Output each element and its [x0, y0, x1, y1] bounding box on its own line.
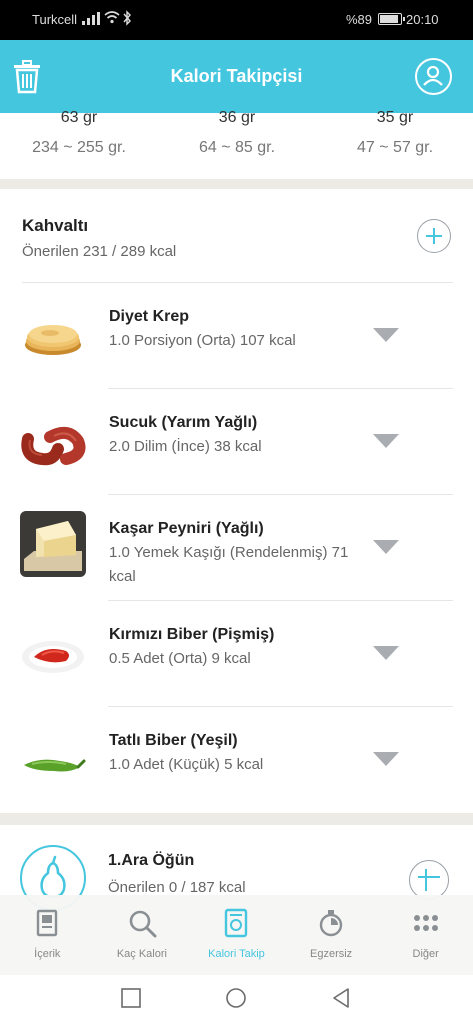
food-name: Sucuk (Yarım Yağlı) — [109, 414, 258, 431]
macro-summary: 63 gr 234 ~ 255 gr. 36 gr 64 ~ 85 gr. 35… — [0, 109, 473, 179]
food-detail: 1.0 Adet (Küçük) 5 kcal — [109, 756, 264, 773]
tab-label: Diğer — [412, 948, 439, 960]
food-detail: 0.5 Adet (Orta) 9 kcal — [109, 650, 251, 667]
back-button[interactable] — [330, 987, 352, 1009]
green-pepper-image — [24, 759, 86, 772]
macro-amount: 36 gr — [218, 109, 256, 126]
food-item[interactable]: Sucuk (Yarım Yağlı) 2.0 Dilim (İnce) 38 … — [0, 389, 473, 495]
section-divider — [0, 813, 473, 825]
sausage-image — [21, 426, 86, 466]
meal-title: 1.Ara Öğün — [108, 852, 195, 869]
macro-range: 234 ~ 255 gr. — [32, 139, 126, 156]
cheese-image — [20, 511, 86, 577]
stopwatch-icon — [319, 910, 343, 937]
search-icon — [129, 910, 157, 938]
macro-amount: 35 gr — [376, 109, 414, 126]
food-item[interactable]: Kaşar Peyniri (Yağlı) 1.0 Yemek Kaşığı (… — [0, 495, 473, 601]
bottom-tab-bar: İçerik Kaç Kalori Kalori Takip Egzersiz … — [0, 895, 473, 975]
app-header: Kalori Takipçisi — [0, 40, 473, 113]
crepe-image — [25, 325, 81, 355]
meal-card-snack: 1.Ara Öğün Önerilen 0 / 187 kcal — [0, 825, 473, 911]
tab-egzersiz[interactable]: Egzersiz — [284, 895, 379, 975]
food-detail: 1.0 Yemek Kaşığı (Rendelenmiş) 71 kcal — [109, 544, 349, 585]
home-button[interactable] — [225, 987, 247, 1009]
battery-icon — [378, 13, 405, 25]
bluetooth-icon — [123, 10, 131, 26]
chevron-down-icon[interactable] — [373, 646, 399, 660]
tab-label: Kaç Kalori — [116, 948, 167, 960]
add-food-button[interactable] — [409, 860, 449, 900]
chevron-down-icon[interactable] — [373, 328, 399, 342]
red-pepper-image — [22, 641, 84, 673]
recent-apps-button[interactable] — [120, 987, 142, 1009]
meal-title: Kahvaltı — [22, 216, 89, 235]
tab-kac-kalori[interactable]: Kaç Kalori — [95, 895, 190, 975]
profile-button[interactable] — [415, 58, 452, 95]
clock: 20:10 — [406, 12, 439, 27]
wifi-icon — [104, 11, 120, 24]
tab-diger[interactable]: Diğer — [378, 895, 473, 975]
tab-label: İçerik — [34, 948, 61, 960]
food-item[interactable]: Kırmızı Biber (Pişmiş) 0.5 Adet (Orta) 9… — [0, 601, 473, 707]
signal-icon — [82, 11, 100, 25]
chevron-down-icon[interactable] — [373, 434, 399, 448]
food-name: Tatlı Biber (Yeşil) — [109, 732, 238, 749]
tab-label: Kalori Takip — [208, 948, 265, 960]
macro-range: 64 ~ 85 gr. — [198, 139, 276, 156]
meal-recommended: Önerilen 231 / 289 kcal — [22, 243, 177, 260]
book-icon — [37, 909, 58, 937]
food-detail: 1.0 Porsiyon (Orta) 107 kcal — [109, 332, 296, 349]
meal-recommended: Önerilen 0 / 187 kcal — [108, 879, 246, 896]
system-nav-bar — [0, 975, 473, 1024]
carrier-name: Turkcell — [32, 12, 78, 27]
macro-amount: 63 gr — [60, 109, 98, 126]
section-divider — [0, 179, 473, 189]
meal-card-breakfast: Kahvaltı Önerilen 231 / 289 kcal Diyet K… — [0, 189, 473, 813]
chevron-down-icon[interactable] — [373, 752, 399, 766]
add-food-button[interactable] — [417, 219, 451, 253]
tab-kalori-takip[interactable]: Kalori Takip — [189, 895, 284, 975]
user-icon — [423, 65, 443, 86]
macro-range: 47 ~ 57 gr. — [356, 139, 434, 156]
battery-percent: %89 — [346, 12, 373, 27]
status-bar: Turkcell %89 20:10 — [0, 0, 473, 40]
scale-icon — [225, 908, 248, 938]
food-name: Kırmızı Biber (Pişmiş) — [109, 626, 275, 643]
tab-label: Egzersiz — [310, 948, 353, 960]
more-dots-icon — [413, 915, 438, 931]
food-name: Kaşar Peyniri (Yağlı) — [109, 520, 264, 537]
page-title: Kalori Takipçisi — [170, 66, 303, 86]
food-detail: 2.0 Dilim (İnce) 38 kcal — [109, 438, 262, 455]
tab-icerik[interactable]: İçerik — [0, 895, 95, 975]
chevron-down-icon[interactable] — [373, 540, 399, 554]
food-item[interactable]: Diyet Krep 1.0 Porsiyon (Orta) 107 kcal — [0, 283, 473, 389]
food-name: Diyet Krep — [109, 308, 190, 325]
food-item[interactable]: Tatlı Biber (Yeşil) 1.0 Adet (Küçük) 5 k… — [0, 707, 473, 813]
